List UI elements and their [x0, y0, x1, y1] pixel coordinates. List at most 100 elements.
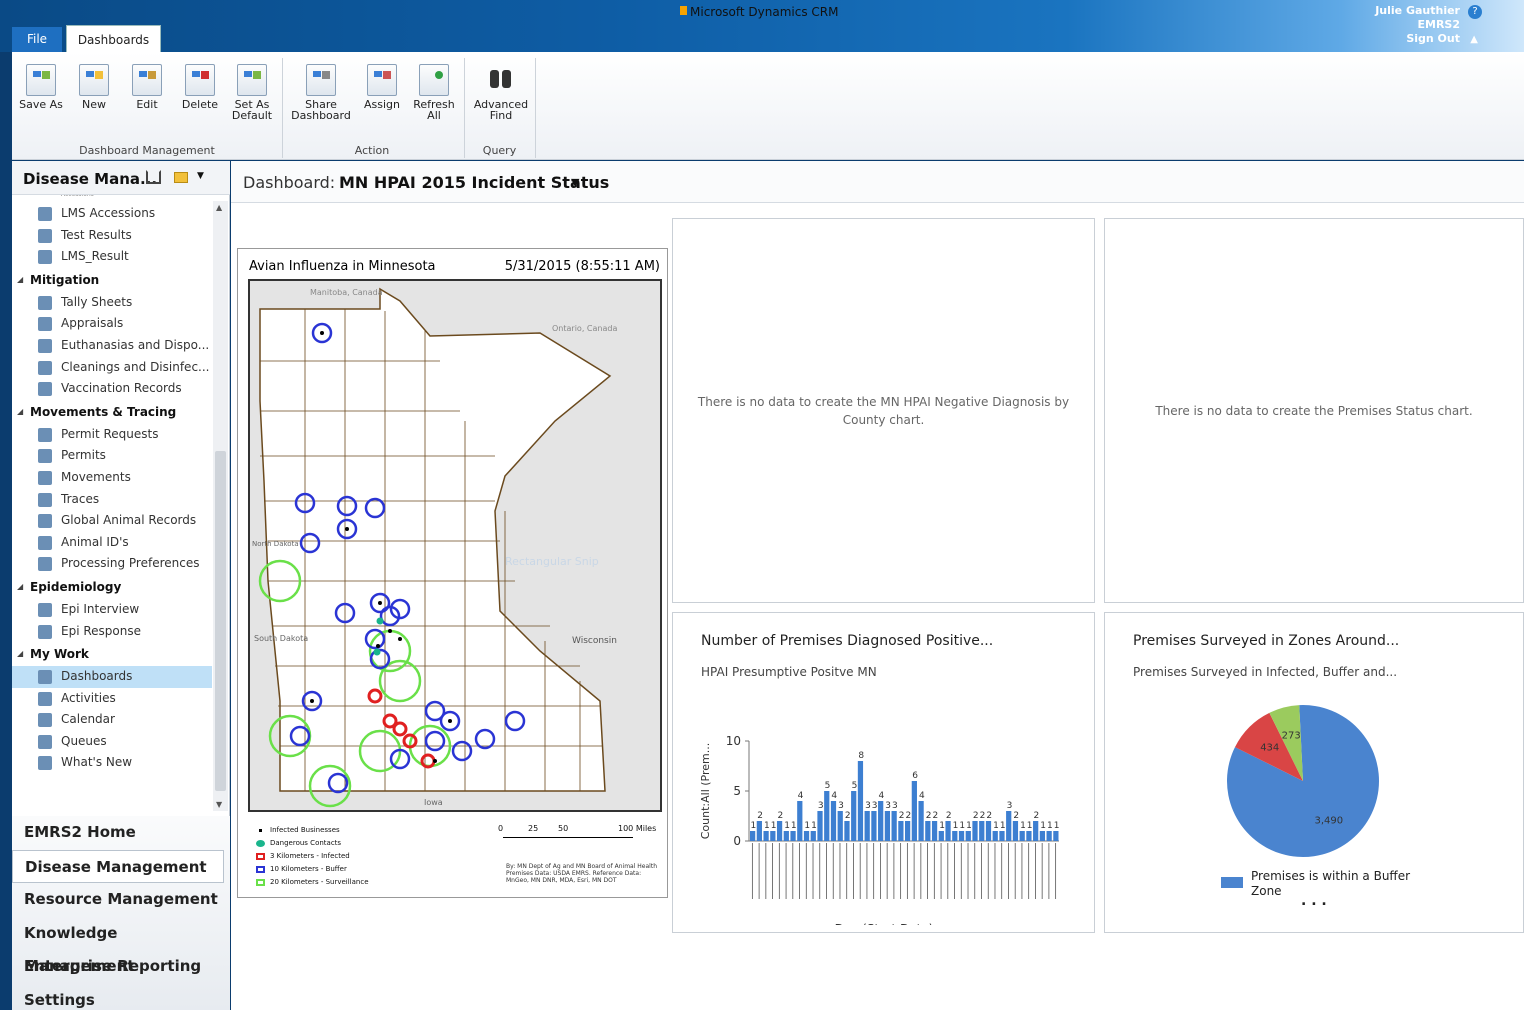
- pie-slice-label: 273: [1282, 730, 1301, 741]
- sidebar-item-traces[interactable]: Traces: [12, 489, 212, 511]
- nav-title[interactable]: Disease Mana... ▼: [12, 161, 230, 195]
- dangerous-contact-dot[interactable]: [373, 648, 381, 656]
- scroll-down-icon[interactable]: ▼: [216, 800, 222, 809]
- bar-label: 2: [845, 811, 851, 821]
- sign-out-link[interactable]: Sign Out: [1375, 32, 1460, 46]
- workplace-disease-management[interactable]: Disease Management: [12, 849, 224, 884]
- sidebar-item-tally-sheets[interactable]: Tally Sheets: [12, 292, 212, 314]
- infected-business-dot[interactable]: [310, 699, 314, 703]
- workplace-resource-management[interactable]: Resource Management: [12, 883, 230, 917]
- edit-button[interactable]: Edit: [125, 62, 169, 110]
- nav-item-accessions-partial[interactable]: Accessions: [12, 195, 212, 203]
- chart-title[interactable]: Premises Surveyed in Zones Around...: [1133, 633, 1399, 649]
- bar-label: 3: [885, 801, 891, 811]
- y-tick-label: 0: [733, 834, 741, 848]
- infected-business-dot[interactable]: [448, 719, 452, 723]
- bar-label: 4: [831, 791, 837, 801]
- bar: [810, 831, 816, 841]
- sidebar-item-lms-accessions[interactable]: LMS Accessions: [12, 203, 212, 225]
- sidebar-item-vaccination-records[interactable]: Vaccination Records: [12, 378, 212, 400]
- save-as-label: Save As: [19, 98, 63, 111]
- scroll-up-icon[interactable]: ▲: [216, 203, 222, 212]
- infected-business-dot[interactable]: [376, 644, 380, 648]
- sidebar-item-processing-preferences[interactable]: Processing Preferences: [12, 553, 212, 575]
- advanced-find-label: Advanced Find: [473, 98, 529, 122]
- sidebar-item-global-animal-records[interactable]: Global Animal Records: [12, 510, 212, 532]
- dashboard-selector[interactable]: MN HPAI 2015 Incident Status: [339, 173, 609, 192]
- sidebar-item-cleanings-and-disinfec[interactable]: Cleanings and Disinfec...: [12, 357, 212, 379]
- sidebar-item-permits[interactable]: Permits: [12, 445, 212, 467]
- refresh-all-button[interactable]: Refresh All: [412, 62, 456, 121]
- bar: [1006, 811, 1012, 841]
- more-legend[interactable]: . . .: [1301, 893, 1327, 909]
- minnesota-map[interactable]: Manitoba, Canada Ontario, Canada North D…: [248, 279, 662, 812]
- infected-business-dot[interactable]: [345, 527, 349, 531]
- infected-business-dot[interactable]: [388, 629, 392, 633]
- nav-item-icon: [38, 295, 52, 310]
- save-as-button[interactable]: Save As: [19, 62, 63, 110]
- positive-bar-chart[interactable]: 0510Count:All (Prem... 121 121 141 135432583…: [695, 695, 1075, 925]
- bar: [878, 801, 884, 841]
- nav-scrollbar[interactable]: ▲ ▼: [213, 201, 228, 811]
- workplace-enterprise-reporting[interactable]: Enterprise Reporting: [12, 950, 230, 984]
- new-button[interactable]: New: [72, 62, 116, 110]
- bar: [958, 831, 965, 841]
- sidebar-item-queues[interactable]: Queues: [12, 731, 212, 753]
- map-label-wisconsin: Wisconsin: [572, 636, 617, 646]
- chart-title[interactable]: Number of Premises Diagnosed Positive...: [701, 633, 993, 649]
- dangerous-contact-dot[interactable]: [376, 617, 384, 625]
- pie-legend[interactable]: Premises is within a Buffer Zone: [1251, 869, 1410, 899]
- sidebar-item-what-s-new[interactable]: What's New: [12, 752, 212, 774]
- scroll-thumb[interactable]: [215, 451, 226, 791]
- nav-group-mitigation[interactable]: Mitigation: [12, 268, 212, 292]
- infected-business-dot[interactable]: [433, 759, 437, 763]
- workplace-settings[interactable]: Settings: [12, 984, 230, 1010]
- sidebar-item-permit-requests[interactable]: Permit Requests: [12, 424, 212, 446]
- sidebar-item-animal-id-s[interactable]: Animal ID's: [12, 532, 212, 554]
- tab-dashboards[interactable]: Dashboards: [66, 25, 161, 52]
- sidebar-item-calendar[interactable]: Calendar: [12, 709, 212, 731]
- user-name[interactable]: Julie Gauthier: [1375, 4, 1460, 18]
- set-as-default-button[interactable]: Set As Default: [230, 62, 274, 121]
- bar: [992, 831, 998, 841]
- advanced-find-button[interactable]: Advanced Find: [472, 62, 530, 121]
- recent-items-icon[interactable]: [174, 172, 188, 183]
- workplace-emrs2-home[interactable]: EMRS2 Home: [12, 816, 230, 850]
- workplace-knowledge-management[interactable]: Knowledge Management: [12, 917, 230, 975]
- sidebar-item-test-results[interactable]: Test Results: [12, 225, 212, 247]
- sidebar-item-activities[interactable]: Activities: [12, 688, 212, 710]
- infected-business-dot[interactable]: [320, 331, 324, 335]
- tab-file[interactable]: File: [12, 27, 62, 52]
- ribbon-separator: [282, 58, 283, 158]
- chevron-down-icon[interactable]: ▼: [197, 171, 204, 181]
- sidebar-item-epi-response[interactable]: Epi Response: [12, 621, 212, 643]
- dashboard-dropdown-icon[interactable]: ▼: [571, 176, 579, 189]
- nav-item-icon: [38, 557, 52, 572]
- delete-button[interactable]: Delete: [178, 62, 222, 110]
- sidebar-item-movements[interactable]: Movements: [12, 467, 212, 489]
- nav-group-movements-tracing[interactable]: Movements & Tracing: [12, 400, 212, 424]
- sidebar-item-euthanasias-and-dispo[interactable]: Euthanasias and Dispo...: [12, 335, 212, 357]
- nav-item-label: Epi Interview: [61, 601, 140, 616]
- sidebar-item-epi-interview[interactable]: Epi Interview: [12, 599, 212, 621]
- nav-group-epidemiology[interactable]: Epidemiology: [12, 575, 212, 599]
- delete-icon: [185, 64, 215, 96]
- infected-business-dot[interactable]: [378, 601, 382, 605]
- collapse-ribbon-icon[interactable]: ▲: [1470, 34, 1478, 45]
- sidebar-item-lms-result[interactable]: LMS_Result: [12, 246, 212, 268]
- infected-business-dot[interactable]: [398, 637, 402, 641]
- share-dashboard-button[interactable]: Share Dashboard: [290, 62, 352, 121]
- sidebar-item-appraisals[interactable]: Appraisals: [12, 313, 212, 335]
- legend-item: Dangerous Contacts: [256, 837, 369, 850]
- infected-zone-icon: [256, 853, 265, 860]
- bar: [871, 811, 877, 841]
- home-icon[interactable]: [146, 170, 161, 184]
- pie-slice-label: 434: [1260, 743, 1279, 754]
- help-icon[interactable]: ?: [1468, 5, 1482, 19]
- sidebar-item-dashboards[interactable]: Dashboards: [12, 666, 212, 688]
- legend-item: 3 Kilometers - Infected: [256, 850, 369, 863]
- bar-label: 4: [798, 791, 804, 801]
- surveyed-pie-chart[interactable]: 3,490 434273: [1225, 701, 1425, 871]
- nav-group-my-work[interactable]: My Work: [12, 642, 212, 666]
- assign-button[interactable]: Assign: [360, 62, 404, 110]
